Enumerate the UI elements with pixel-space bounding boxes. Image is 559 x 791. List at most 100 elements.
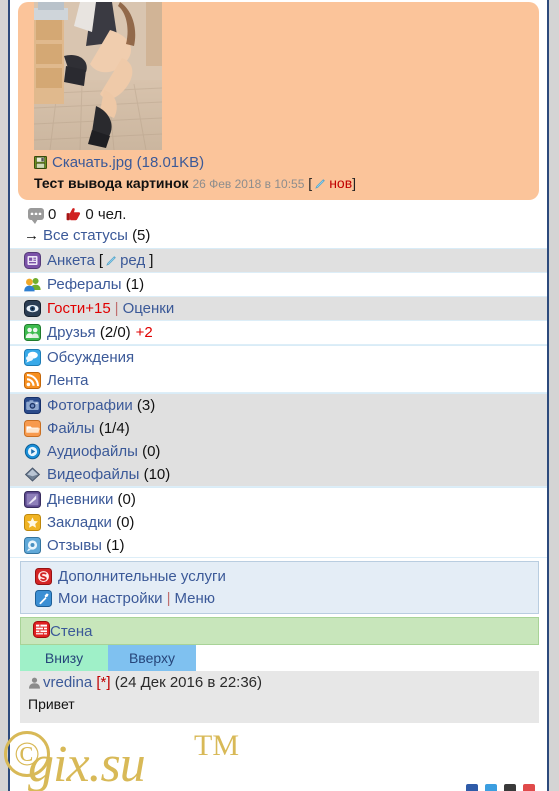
all-statuses-link[interactable]: → Все статусы (5)	[10, 225, 547, 248]
content-frame: Скачать.jpg (18.01KB) Тест вывода картин…	[8, 0, 549, 791]
pencil-edit-icon[interactable]	[106, 255, 117, 266]
sidebar-item-video[interactable]: Видеофайлы (10)	[10, 463, 547, 486]
sidebar-item-guests[interactable]: Гости +15 | Оценки	[10, 297, 547, 321]
bottom-icon-3[interactable]	[504, 784, 516, 791]
all-statuses-count: (5)	[132, 227, 151, 244]
photos-camera-icon	[24, 397, 41, 414]
comment-bubble-icon	[28, 208, 44, 224]
download-file-name[interactable]: Скачать.jpg	[52, 154, 132, 171]
anketa-edit-action[interactable]: ред	[120, 252, 145, 269]
sidebar-item-label[interactable]: Мои настройки	[58, 590, 163, 607]
wrench-settings-icon	[35, 589, 52, 607]
download-file-line[interactable]: Скачать.jpg (18.01KB)	[18, 150, 539, 172]
comment-text: Привет	[28, 696, 75, 712]
eye-icon	[24, 300, 41, 317]
sidebar-item-label[interactable]: Аудиофайлы	[47, 443, 138, 460]
sidebar-item-ratings[interactable]: Оценки	[123, 300, 175, 317]
bottom-icon-2[interactable]	[485, 784, 497, 791]
sidebar-item-extra-services[interactable]: Дополнительные услуги	[21, 565, 538, 587]
bottom-icon-strip	[466, 784, 535, 791]
sidebar-item-label[interactable]: Закладки	[47, 514, 112, 531]
extra-services-icon	[35, 567, 52, 585]
sidebar-item-label[interactable]: Дневники	[47, 491, 113, 508]
user-avatar-icon[interactable]	[28, 676, 41, 689]
sidebar-item-label[interactable]: Анкета	[47, 252, 95, 269]
comment-author[interactable]: vredina	[43, 674, 92, 691]
guests-separator: |	[114, 300, 119, 317]
discussions-icon	[24, 349, 41, 366]
referrals-people-icon	[24, 276, 41, 293]
sidebar-item-label[interactable]: Рефералы	[47, 276, 122, 293]
menu-group-social: Обсуждения Лента	[10, 345, 547, 393]
friends-icon	[24, 324, 41, 341]
tab-bottom[interactable]: Внизу	[20, 645, 108, 671]
bottom-icon-4[interactable]	[523, 784, 535, 791]
diaries-count: (0)	[117, 491, 136, 508]
sidebar-item-label[interactable]: Дополнительные услуги	[58, 568, 226, 585]
wall-brick-icon	[33, 620, 50, 642]
pencil-edit-icon[interactable]	[315, 178, 326, 189]
sidebar-item-discussions[interactable]: Обсуждения	[10, 346, 547, 369]
sidebar-item-friends[interactable]: Друзья (2/0) +2	[10, 321, 547, 345]
photos-count: (3)	[136, 397, 156, 414]
sidebar-item-my-settings[interactable]: Мои настройки | Меню	[21, 587, 538, 609]
audio-count: (0)	[142, 443, 161, 460]
reviews-count: (1)	[106, 537, 125, 554]
audio-play-icon	[24, 443, 41, 460]
sidebar-item-anketa[interactable]: Анкета [ ред]	[10, 249, 547, 273]
status-edit-label[interactable]: нов	[329, 175, 352, 191]
sidebar-item-label[interactable]: Гости	[47, 300, 85, 317]
arrow-right-icon: →	[24, 227, 39, 244]
sidebar-item-audio[interactable]: Аудиофайлы (0)	[10, 440, 547, 463]
wall-comment: vredina [*] (24 Дек 2016 в 22:36) Привет	[20, 671, 539, 723]
status-edit-close: ]	[352, 175, 357, 191]
sidebar-item-photos[interactable]: Фотографии (3)	[10, 394, 547, 417]
sidebar-item-bookmarks[interactable]: Закладки (0)	[10, 511, 547, 534]
diary-icon	[24, 491, 41, 508]
sidebar-item-diaries[interactable]: Дневники (0)	[10, 488, 547, 511]
bottom-icon-1[interactable]	[466, 784, 478, 791]
video-diamond-icon	[24, 466, 41, 483]
settings-separator: |	[166, 589, 171, 607]
content-inner: Скачать.jpg (18.01KB) Тест вывода картин…	[10, 2, 547, 791]
status-meta-line: Тест вывода картинок 26 Фев 2018 в 10:55…	[18, 172, 539, 196]
sidebar-item-label[interactable]: Лента	[47, 372, 89, 389]
sidebar-item-label[interactable]: Друзья	[47, 324, 96, 341]
wall-header: Стена	[20, 617, 539, 645]
sidebar-item-label[interactable]: Видеофайлы	[47, 466, 139, 483]
sidebar-item-label[interactable]: Файлы	[47, 420, 95, 437]
tab-top[interactable]: Вверху	[108, 645, 196, 671]
sidebar-item-label[interactable]: Отзывы	[47, 537, 102, 554]
floppy-disk-icon	[34, 156, 47, 169]
friends-plus: +2	[135, 324, 153, 341]
wall-title: Стена	[50, 622, 93, 640]
menu-group-profile: Анкета [ ред] Рефералы (1) Гости +15 | Оц…	[10, 248, 547, 345]
friends-count: (2/0)	[99, 324, 131, 341]
sidebar-item-files[interactable]: Файлы (1/4)	[10, 417, 547, 440]
referrals-count: (1)	[125, 276, 145, 293]
sidebar-item-reviews[interactable]: Отзывы (1)	[10, 534, 547, 557]
likes-count: 0 чел.	[85, 206, 127, 223]
reviews-icon	[24, 537, 41, 554]
sidebar-item-referrals[interactable]: Рефералы (1)	[10, 273, 547, 297]
comment-date: (24 Дек 2016 в 22:36)	[114, 674, 263, 691]
sidebar-item-label[interactable]: Фотографии	[47, 397, 133, 414]
bookmark-star-icon	[24, 514, 41, 531]
bookmarks-count: (0)	[116, 514, 135, 531]
sidebar-item-feed[interactable]: Лента	[10, 369, 547, 392]
guests-plus: +15	[85, 300, 111, 317]
status-title: Тест вывода картинок	[34, 175, 189, 191]
sidebar-item-label[interactable]: Обсуждения	[47, 349, 134, 366]
status-edit-open: [	[308, 175, 313, 191]
anketa-bracket-open: [	[98, 252, 104, 269]
files-count: (1/4)	[98, 420, 130, 437]
status-photo[interactable]	[34, 2, 162, 150]
comment-star: [*]	[96, 674, 111, 691]
menu-group-media: Фотографии (3) Файлы (1/4) Аудиофайлы (0…	[10, 393, 547, 487]
rss-feed-icon	[24, 372, 41, 389]
all-statuses-label[interactable]: Все статусы	[43, 227, 128, 244]
video-count: (10)	[143, 466, 171, 483]
anketa-bracket-close: ]	[149, 252, 154, 269]
thumbs-up-icon	[66, 208, 81, 221]
sidebar-item-menu[interactable]: Меню	[174, 590, 215, 607]
